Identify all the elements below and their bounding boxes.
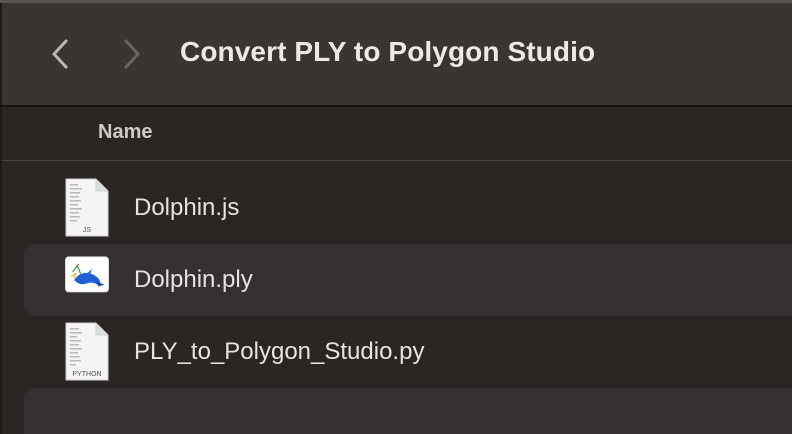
file-name: Dolphin.ply — [134, 266, 253, 293]
column-header-row: Name — [2, 107, 792, 160]
js-document-icon: JS — [65, 178, 109, 237]
file-list: JS Dolphin.js Dolphin.ply PYTHON PLY_to_… — [2, 172, 792, 388]
window-title: Convert PLY to Polygon Studio — [180, 36, 596, 67]
js-badge: JS — [83, 227, 92, 234]
name-column-header[interactable]: Name — [98, 121, 152, 144]
header-divider — [2, 160, 792, 161]
back-button[interactable] — [46, 37, 74, 71]
empty-row-stripe — [24, 388, 792, 434]
file-row-ply-to-polygon-studio-py[interactable]: PYTHON PLY_to_Polygon_Studio.py — [2, 316, 792, 388]
chevron-left-icon — [52, 39, 68, 69]
chevron-right-icon — [124, 39, 140, 69]
python-badge: PYTHON — [72, 371, 101, 378]
file-browser: Name JS Dolphin.js Dolphin.ply PYTHON PL… — [0, 107, 792, 434]
finder-window: Convert PLY to Polygon Studio Name JS Do… — [0, 0, 792, 434]
python-document-icon: PYTHON — [65, 322, 109, 381]
file-row-dolphin-ply[interactable]: Dolphin.ply — [2, 244, 792, 316]
file-name: Dolphin.js — [134, 194, 240, 221]
ply-model-icon — [65, 256, 109, 293]
forward-button[interactable] — [118, 37, 146, 71]
file-row-dolphin-js[interactable]: JS Dolphin.js — [2, 172, 792, 244]
toolbar: Convert PLY to Polygon Studio — [0, 3, 792, 105]
file-name: PLY_to_Polygon_Studio.py — [134, 338, 425, 365]
